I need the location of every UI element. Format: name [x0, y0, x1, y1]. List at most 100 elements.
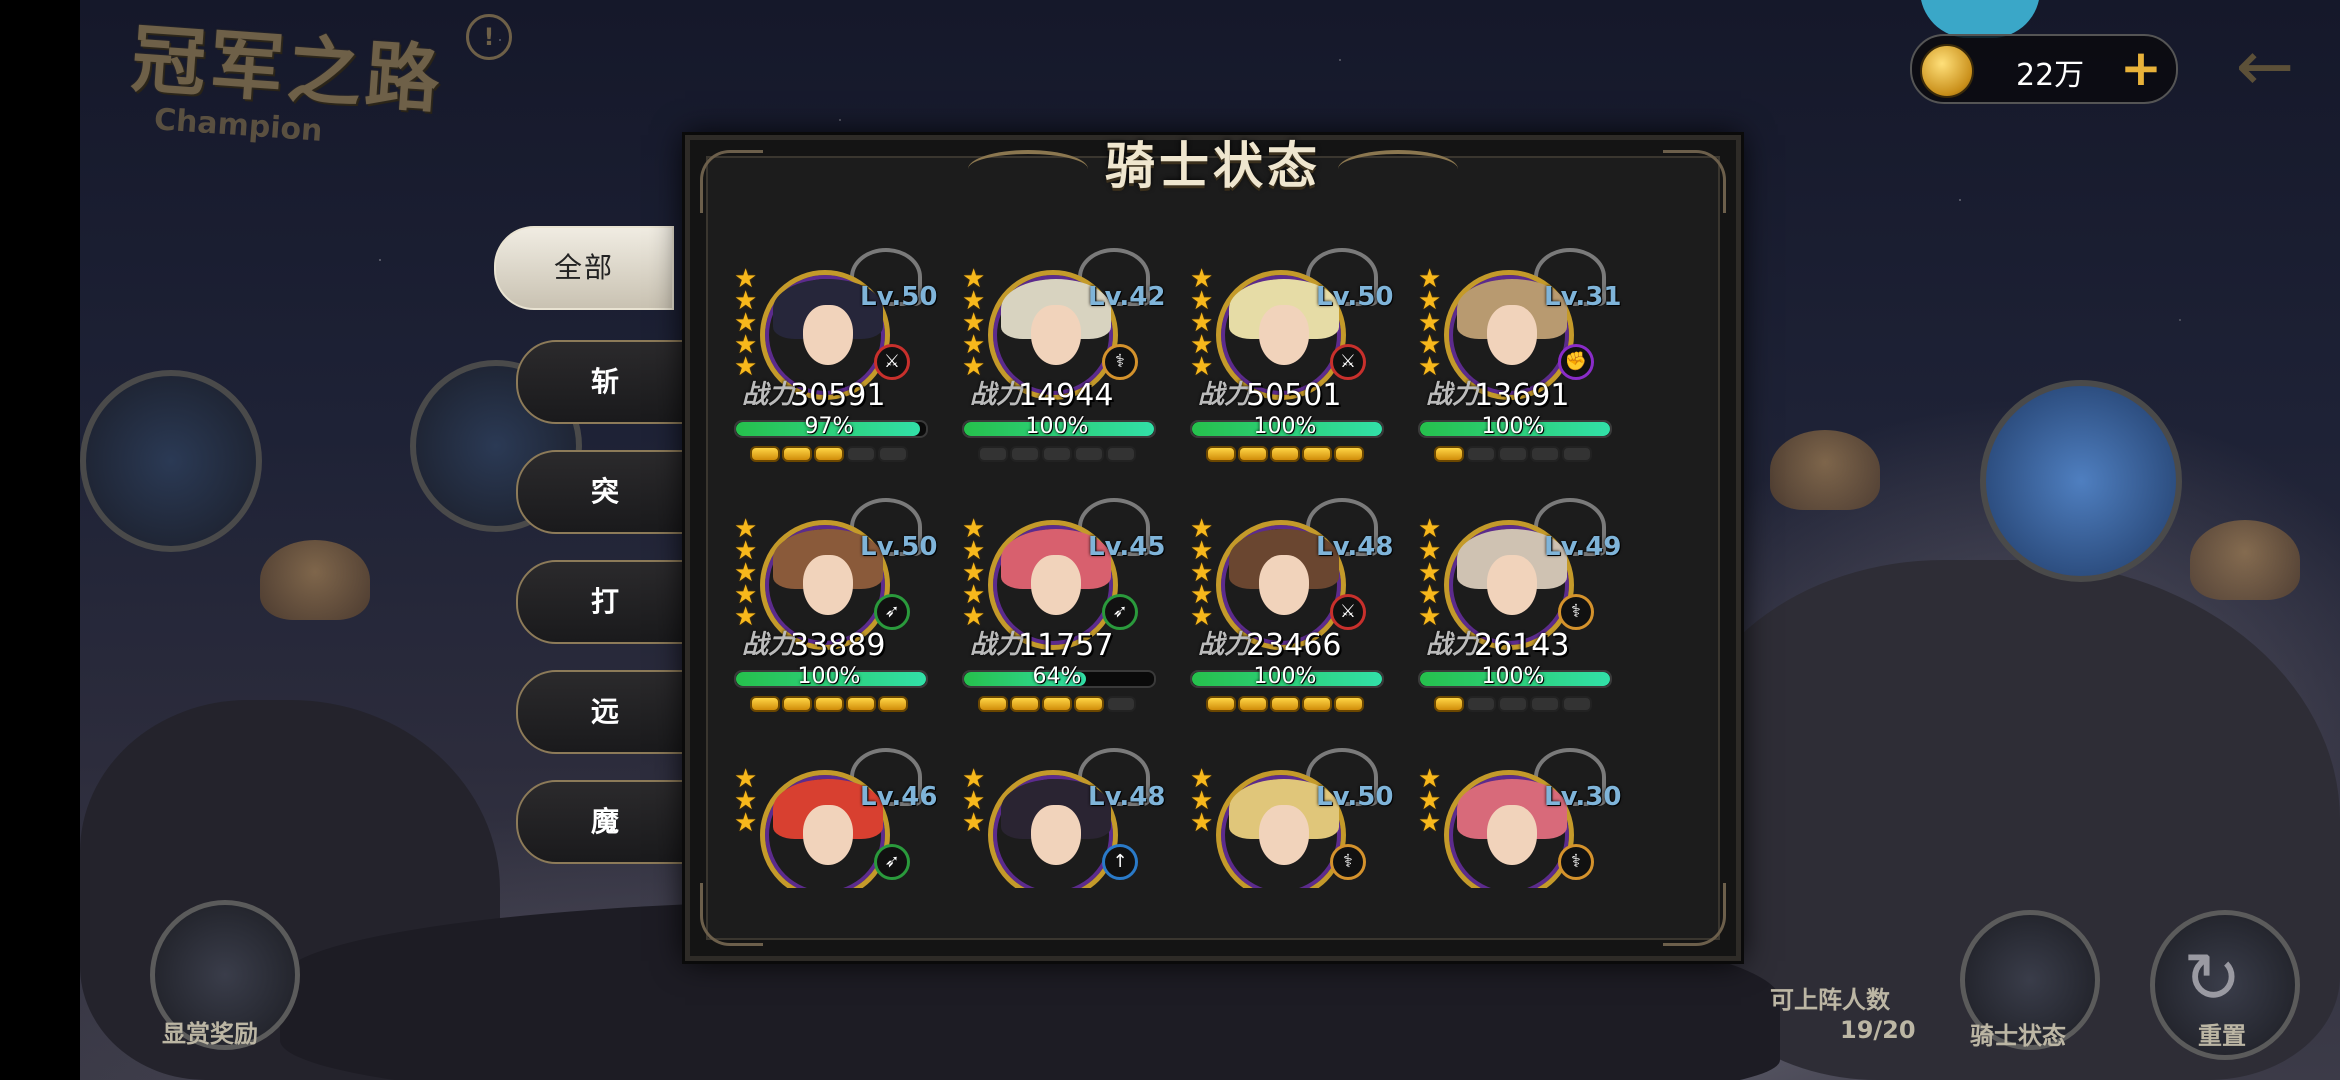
power-value: 33889: [790, 628, 886, 663]
corner-ornament: [700, 883, 763, 946]
filter-tab-strike[interactable]: 打: [516, 560, 696, 644]
stage-node[interactable]: [80, 370, 262, 552]
power-value: 11757: [1018, 628, 1114, 663]
reward-bag-icon: [1770, 430, 1880, 510]
awaken-pip: [878, 696, 908, 712]
star-rating: ★ ★ ★: [1418, 766, 1448, 838]
awaken-pip: [978, 446, 1008, 462]
knight-card[interactable]: ★ ★ ★ ★ ★ Lv.49 ⚕ 战力 26143 100%: [1414, 498, 1621, 728]
awaken-pip: [1010, 446, 1040, 462]
awaken-pips: [750, 696, 910, 712]
power-plate: 战力 50501: [1198, 378, 1374, 414]
filter-tab-ranged[interactable]: 远: [516, 670, 696, 754]
awaken-pip: [1302, 696, 1332, 712]
awaken-pip: [1206, 696, 1236, 712]
knight-card[interactable]: ★ ★ ★ ★ ★ Lv.31 ✊ 战力 13691 100%: [1414, 248, 1621, 478]
knight-status-panel: 骑士状态 ★ ★ ★ ★ ★ Lv.50 ⚔ 战力 30591 97% ★ ★ ★ ★ ★ Lv.42 ⚕ 战力 1…: [685, 135, 1741, 961]
power-plate: 战力 11757: [970, 628, 1146, 664]
currency-value: 22万: [2016, 58, 2085, 93]
star-rating: ★ ★ ★ ★ ★: [734, 516, 764, 630]
hp-percent: 100%: [1481, 664, 1545, 689]
knight-level: Lv.50: [1316, 782, 1394, 812]
knight-card[interactable]: ★ ★ ★ ★ ★ Lv.45 ➶ 战力 11757 64%: [958, 498, 1165, 728]
power-plate: 战力 30591: [742, 378, 918, 414]
star-rating: ★ ★ ★ ★ ★: [962, 516, 992, 630]
currency-bar: 22万 +: [1910, 34, 2178, 104]
knight-card[interactable]: ★ ★ ★ Lv.30 ⚕: [1414, 748, 1621, 888]
power-plate: 战力 14944: [970, 378, 1146, 414]
knight-level: Lv.50: [1316, 282, 1394, 312]
power-plate: 战力 13691: [1426, 378, 1602, 414]
filter-tab-thrust[interactable]: 突: [516, 450, 696, 534]
knight-face: [803, 305, 853, 365]
awaken-pip: [1042, 696, 1072, 712]
awaken-pip: [814, 446, 844, 462]
panel-title-plate: 骑士状态: [968, 128, 1458, 204]
stage-node[interactable]: [1980, 380, 2182, 582]
awaken-pip: [1106, 446, 1136, 462]
power-label: 战力: [1198, 630, 1251, 660]
knight-card[interactable]: ★ ★ ★ Lv.48 ↑: [958, 748, 1165, 888]
awaken-pip: [1498, 446, 1528, 462]
refresh-icon: ↻: [2183, 937, 2242, 1019]
info-icon[interactable]: !: [466, 14, 512, 60]
add-currency-button[interactable]: +: [2120, 40, 2162, 96]
knight-face: [803, 805, 853, 865]
reset-label: 重置: [2198, 1022, 2246, 1050]
knight-level: Lv.49: [1544, 532, 1622, 562]
deploy-count-label: 可上阵人数: [1770, 986, 1890, 1014]
corner-ornament: [1663, 150, 1726, 213]
awaken-pip: [1106, 696, 1136, 712]
filter-tab-slash[interactable]: 斩: [516, 340, 696, 424]
awaken-pips: [978, 696, 1138, 712]
back-arrow-icon[interactable]: ←: [2210, 26, 2320, 106]
star-icon: ★: [1190, 808, 1214, 838]
star-rating: ★ ★ ★: [962, 766, 992, 838]
knight-card[interactable]: ★ ★ ★ Lv.46 ➶: [730, 748, 937, 888]
knight-face: [1031, 305, 1081, 365]
awaken-pip: [846, 696, 876, 712]
knight-card[interactable]: ★ ★ ★ ★ ★ Lv.48 ⚔ 战力 23466 100%: [1186, 498, 1393, 728]
star-rating: ★ ★ ★ ★ ★: [1190, 266, 1220, 380]
awaken-pip: [1530, 696, 1560, 712]
awaken-pip: [1434, 446, 1464, 462]
knight-card[interactable]: ★ ★ ★ ★ ★ Lv.42 ⚕ 战力 14944 100%: [958, 248, 1165, 478]
staff-icon: ⚕: [1558, 594, 1594, 630]
awaken-pip: [1334, 696, 1364, 712]
knight-level: Lv.48: [1088, 782, 1166, 812]
awaken-pip: [1334, 446, 1364, 462]
deploy-count-value: 19/20: [1840, 1016, 1916, 1044]
awaken-pips: [1434, 696, 1594, 712]
awaken-pip: [1434, 696, 1464, 712]
awaken-pips: [1206, 696, 1366, 712]
star-icon: ★: [962, 808, 986, 838]
awaken-pip: [1562, 696, 1592, 712]
awaken-pips: [1206, 446, 1366, 462]
filter-tab-magic[interactable]: 魔: [516, 780, 696, 864]
filter-tab-all[interactable]: 全部: [494, 226, 674, 310]
power-value: 23466: [1246, 628, 1342, 663]
knight-card[interactable]: ★ ★ ★ Lv.50 ⚕: [1186, 748, 1393, 888]
knight-face: [1259, 555, 1309, 615]
awaken-pips: [750, 446, 910, 462]
lance-icon: ↑: [1102, 844, 1138, 880]
knight-level: Lv.42: [1088, 282, 1166, 312]
power-label: 战力: [1426, 380, 1479, 410]
reward-bag-icon: [260, 540, 370, 620]
fist-icon: ✊: [1558, 344, 1594, 380]
sword-icon: ⚔: [874, 344, 910, 380]
knight-card[interactable]: ★ ★ ★ ★ ★ Lv.50 ⚔ 战力 50501 100%: [1186, 248, 1393, 478]
knight-level: Lv.46: [860, 782, 938, 812]
hp-percent: 100%: [797, 664, 861, 689]
knight-card[interactable]: ★ ★ ★ ★ ★ Lv.50 ⚔ 战力 30591 97%: [730, 248, 937, 478]
star-icon: ★: [1418, 808, 1442, 838]
corner-ornament: [1663, 883, 1726, 946]
awaken-pip: [1074, 696, 1104, 712]
star-rating: ★ ★ ★ ★ ★: [962, 266, 992, 380]
knight-card[interactable]: ★ ★ ★ ★ ★ Lv.50 ➶ 战力 33889 100%: [730, 498, 937, 728]
bow-icon: ➶: [874, 844, 910, 880]
power-label: 战力: [970, 380, 1023, 410]
knight-status-label: 骑士状态: [1970, 1022, 2066, 1050]
star-rating: ★ ★ ★: [1190, 766, 1220, 838]
star-rating: ★ ★ ★: [734, 766, 764, 836]
